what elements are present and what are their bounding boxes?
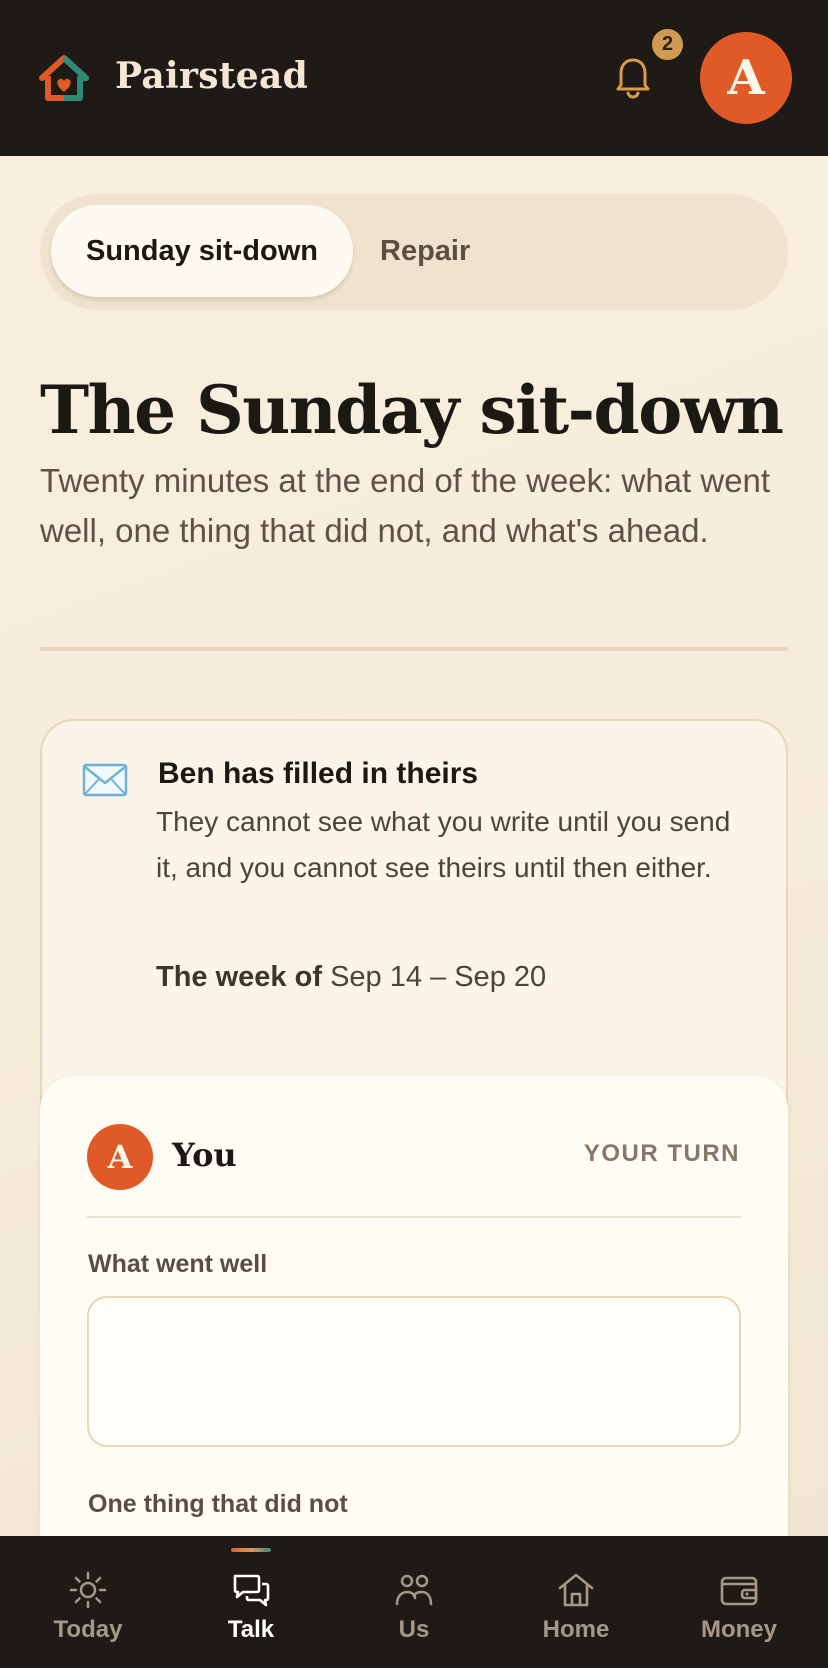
house-icon (558, 1573, 594, 1607)
tab-repair[interactable]: Repair (380, 205, 590, 297)
bell-icon[interactable] (610, 52, 656, 100)
did-not-label: One thing that did not (88, 1490, 348, 1518)
card-divider (87, 1216, 741, 1218)
nav-item-home[interactable]: Home (501, 1536, 651, 1668)
status-badge: YOUR TURN (583, 1140, 740, 1167)
tab-sunday-sit-down[interactable]: Sunday sit-down (51, 205, 353, 297)
notice-title: Ben has filled in theirs (158, 757, 479, 790)
nav-label-today: Today (53, 1616, 123, 1643)
sun-icon (69, 1571, 107, 1609)
wallet-icon (720, 1576, 758, 1606)
profile-avatar[interactable]: A (700, 32, 792, 124)
notice-body: They cannot see what you write until you… (156, 806, 731, 883)
nav-item-money[interactable]: Money (664, 1536, 814, 1668)
page-subtitle: Twenty minutes at the end of the week: w… (40, 462, 771, 549)
active-tab-indicator (231, 1548, 271, 1552)
nav-label-home: Home (542, 1616, 610, 1643)
entry-card: A You YOUR TURN What went well One thing… (40, 1076, 788, 1536)
bottom-navigation: Today Talk Us Home Money (0, 1536, 828, 1668)
week-range: The week of Sep 14 – Sep 20 (156, 961, 546, 994)
avatar: A (87, 1124, 153, 1190)
week-label: The week of (156, 961, 322, 993)
nav-label-money: Money (700, 1616, 777, 1643)
app-name[interactable]: Pairstead (115, 55, 308, 97)
nav-item-talk[interactable]: Talk (176, 1536, 326, 1668)
top-bar: Pairstead 2 A (0, 0, 828, 156)
nav-item-today[interactable]: Today (13, 1536, 163, 1668)
people-icon (395, 1574, 433, 1606)
week-dates: Sep 14 – Sep 20 (330, 961, 547, 993)
house-heart-logo-icon (39, 55, 89, 101)
main-content: Sunday sit-down Repair The Sunday sit-do… (0, 156, 828, 1536)
chat-icon (233, 1574, 270, 1607)
nav-label-talk: Talk (227, 1616, 275, 1643)
notification-badge: 2 (652, 29, 683, 60)
envelope-icon (82, 763, 128, 797)
section-divider (40, 647, 788, 651)
page-title: The Sunday sit-down (40, 371, 784, 449)
nav-item-us[interactable]: Us (339, 1536, 489, 1668)
nav-label-us: Us (398, 1616, 430, 1643)
mode-tabs: Sunday sit-down Repair (40, 194, 788, 310)
went-well-input[interactable] (87, 1296, 741, 1447)
went-well-label: What went well (88, 1250, 268, 1278)
entry-author: You (172, 1136, 237, 1174)
